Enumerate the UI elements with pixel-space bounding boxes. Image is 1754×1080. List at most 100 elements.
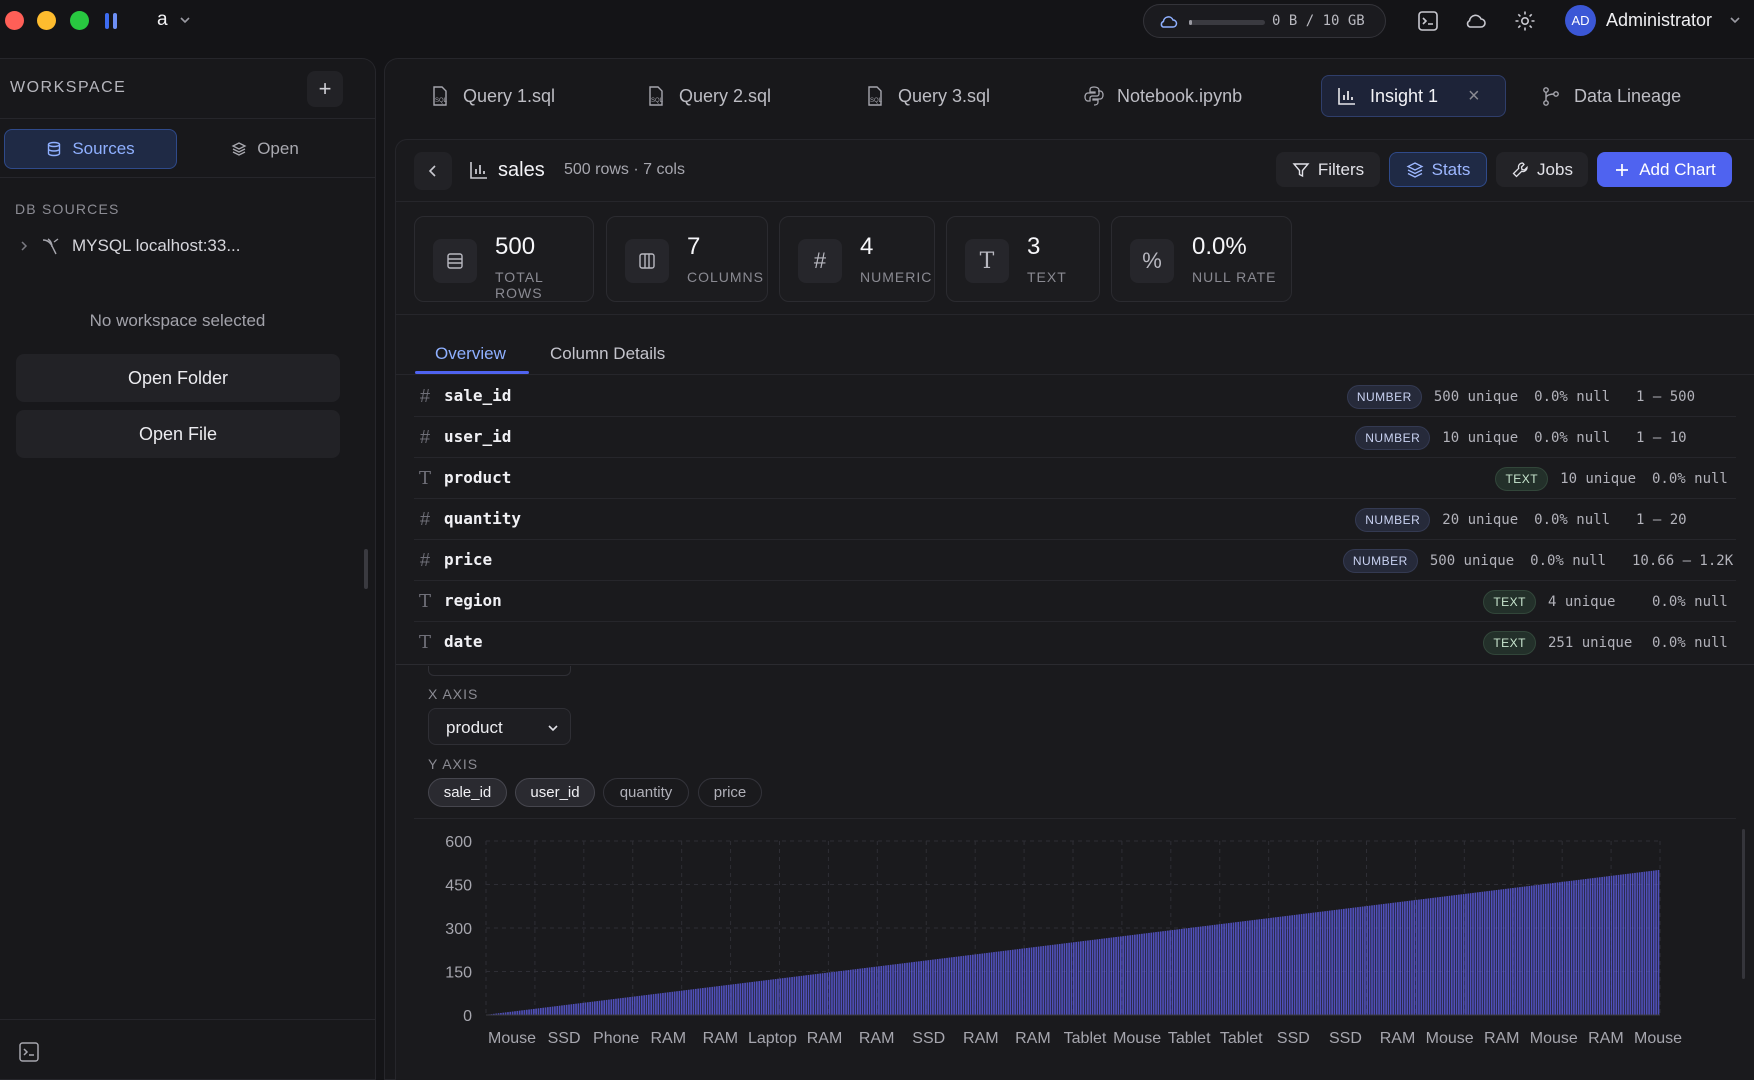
y-chip-price[interactable]: price	[698, 778, 762, 807]
bar	[1505, 888, 1507, 1015]
terminal-icon[interactable]	[18, 1041, 40, 1063]
bar	[1044, 945, 1047, 1015]
bar	[1176, 929, 1178, 1015]
minimize-window-button[interactable]	[37, 11, 56, 30]
jobs-button[interactable]: Jobs	[1496, 152, 1588, 187]
open-folder-button[interactable]: Open Folder	[16, 354, 340, 402]
scrollbar[interactable]	[1742, 829, 1745, 979]
python-icon	[1084, 86, 1104, 106]
stats-button[interactable]: Stats	[1389, 152, 1487, 187]
chevron-down-icon[interactable]	[1728, 13, 1742, 27]
bar	[760, 980, 763, 1015]
tab-open-label: Open	[257, 139, 299, 158]
bar	[1084, 940, 1087, 1015]
table-row[interactable]: # sale_id NUMBER 500 unique 0.0% null 1 …	[414, 376, 1736, 417]
bar	[1166, 930, 1169, 1015]
bar	[1216, 924, 1218, 1015]
gear-icon[interactable]	[1513, 9, 1537, 33]
bar	[1021, 948, 1023, 1015]
tab-open[interactable]: Open	[185, 129, 345, 169]
chevron-down-icon[interactable]	[178, 13, 192, 27]
x-axis-select[interactable]: product	[428, 708, 571, 745]
y-chip-sale-id[interactable]: sale_id	[428, 778, 507, 807]
bar	[530, 1009, 533, 1015]
table-row[interactable]: T region TEXT 4 unique 0.0% null	[414, 581, 1736, 622]
table-row[interactable]: # user_id NUMBER 10 unique 0.0% null 1 –…	[414, 417, 1736, 458]
bar	[1131, 934, 1134, 1015]
tab-notebook[interactable]: Notebook.ipynb	[1069, 75, 1256, 117]
y-chip-user-id[interactable]: user_id	[515, 778, 595, 807]
number-type-icon: #	[419, 427, 430, 447]
x-tick-label: Tablet	[1064, 1030, 1107, 1047]
table-row[interactable]: # quantity NUMBER 20 unique 0.0% null 1 …	[414, 499, 1736, 540]
bar	[779, 978, 782, 1015]
tab-query-3[interactable]: SQL Query 3.sql	[850, 75, 1004, 117]
y-chip-quantity[interactable]: quantity	[603, 778, 689, 807]
bar	[1378, 904, 1380, 1015]
bar	[791, 977, 793, 1015]
bar	[1237, 921, 1239, 1015]
bar	[734, 983, 737, 1015]
maximize-window-button[interactable]	[70, 11, 89, 30]
table-row[interactable]: T product TEXT 10 unique 0.0% null	[414, 458, 1736, 499]
add-chart-button[interactable]: Add Chart	[1597, 152, 1732, 187]
bar	[1530, 885, 1533, 1015]
bar	[1549, 883, 1552, 1015]
chevron-right-icon[interactable]	[18, 240, 30, 252]
bar	[1469, 893, 1472, 1015]
bar	[744, 982, 746, 1015]
bar	[666, 992, 669, 1015]
bar	[725, 985, 728, 1015]
resize-handle[interactable]	[364, 549, 368, 589]
tab-query-1[interactable]: SQL Query 1.sql	[415, 75, 569, 117]
tab-overview[interactable]: Overview	[435, 344, 506, 364]
bar	[1293, 914, 1296, 1015]
cloud-sync-icon[interactable]	[1464, 9, 1488, 33]
type-badge: NUMBER	[1355, 507, 1431, 532]
bar	[662, 992, 664, 1015]
bar	[1451, 895, 1453, 1015]
close-window-button[interactable]	[5, 11, 24, 30]
tab-insight-1[interactable]: Insight 1 ×	[1321, 75, 1506, 117]
bar	[1096, 939, 1099, 1015]
bar	[828, 972, 831, 1015]
bar	[983, 953, 986, 1015]
table-row[interactable]: T date TEXT 251 unique 0.0% null	[414, 622, 1736, 663]
bar	[1279, 916, 1282, 1015]
tab-column-details[interactable]: Column Details	[550, 344, 665, 364]
bar	[521, 1010, 523, 1015]
filters-button[interactable]: Filters	[1276, 152, 1380, 187]
workspace-name[interactable]: a	[157, 9, 168, 31]
bar	[1049, 945, 1052, 1015]
bar	[1476, 892, 1479, 1015]
lineage-icon	[1543, 87, 1559, 106]
db-source-item[interactable]: MYSQL localhost:33...	[18, 231, 241, 261]
back-button[interactable]	[414, 152, 452, 190]
avatar[interactable]: AD	[1565, 5, 1596, 36]
bar	[1345, 908, 1348, 1015]
bar	[908, 962, 911, 1015]
bar	[1561, 881, 1564, 1015]
bar	[1584, 878, 1587, 1015]
terminal-icon[interactable]	[1416, 9, 1440, 33]
chart-container: 0 150 300 450 600 Mouse SSD Phone RAM RAM Laptop RA…	[414, 818, 1736, 1080]
tab-query-2[interactable]: SQL Query 2.sql	[631, 75, 785, 117]
user-name[interactable]: Administrator	[1606, 10, 1712, 31]
tab-data-lineage[interactable]: Data Lineage	[1526, 75, 1695, 117]
chart-type-select[interactable]	[428, 666, 571, 676]
open-file-button[interactable]: Open File	[16, 410, 340, 458]
bar	[889, 964, 892, 1015]
table-row[interactable]: # price NUMBER 500 unique 0.0% null 10.6…	[414, 540, 1736, 581]
bar	[1235, 922, 1237, 1015]
bar	[1453, 895, 1456, 1015]
bar	[946, 957, 948, 1015]
bar	[610, 999, 613, 1015]
bar	[887, 965, 890, 1015]
add-workspace-button[interactable]: +	[307, 71, 343, 107]
tab-sources[interactable]: Sources	[4, 129, 177, 169]
close-tab-icon[interactable]: ×	[1468, 85, 1480, 108]
bar	[638, 995, 641, 1015]
null-rate: 0.0% null	[1530, 552, 1606, 569]
bar	[1026, 948, 1028, 1015]
bar	[547, 1007, 549, 1015]
